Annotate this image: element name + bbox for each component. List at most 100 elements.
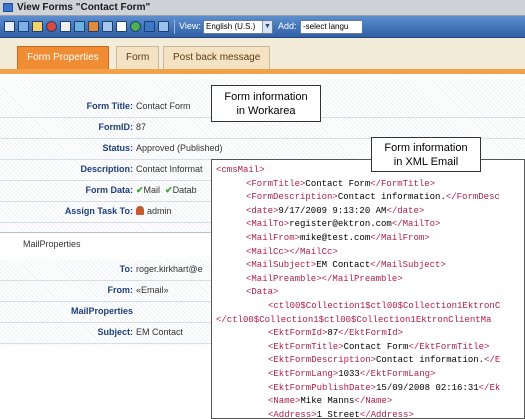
xml-line: </ctl00$Collection1$ctl00$Collection1Ekt…	[216, 315, 491, 325]
xml-close-tag: </FormDesc	[445, 192, 500, 203]
window-icon	[3, 3, 13, 12]
xml-line: <FormDescription>Contact information.</F…	[246, 192, 500, 202]
xml-open-tag: <EktFormLang>	[268, 369, 339, 379]
xml-text: Contact information.	[376, 355, 485, 366]
callout-line: Form information	[384, 142, 468, 154]
xml-close-tag: </MailPreamble>	[321, 273, 403, 284]
tab-label: Form Properties	[27, 52, 99, 63]
xml-text: 1 Street	[316, 409, 360, 419]
xml-close-tag: </date>	[386, 205, 425, 216]
view-label: View:	[179, 21, 201, 31]
xml-line: <Data>	[246, 287, 278, 297]
tab-form[interactable]: Form	[116, 46, 160, 69]
xml-open-tag: <MailSubject>	[246, 260, 317, 271]
mail-to-value: roger.kirkhart@e	[136, 264, 203, 274]
xml-open-tag: <ctl00$Collection1$ctl00$Collection1Ektr…	[268, 301, 501, 311]
xml-line: <EktFormPublishDate>15/09/2008 02:16:31<…	[268, 383, 500, 393]
xml-close-tag: </EktFormLang>	[359, 369, 436, 379]
view-icon[interactable]	[60, 21, 71, 32]
window-titlebar: View Forms "Contact Form"	[0, 0, 525, 16]
form-data-value: ✔Mail ✔Datab	[136, 185, 197, 196]
workarea-callout: Form information in Workarea	[211, 85, 321, 122]
xml-line: <EktFormId>87</EktFormId>	[268, 328, 403, 338]
add-language-select-value: -select langu	[303, 22, 349, 31]
xml-callout: Form information in XML Email	[371, 137, 481, 172]
xml-open-tag: <EktFormDescription>	[268, 355, 377, 366]
tab-label: Form	[126, 52, 150, 63]
xml-text: mike@test.com	[300, 233, 371, 243]
tab-label: Post back message	[173, 52, 261, 63]
xml-open-tag: <FormTitle>	[246, 178, 306, 189]
refresh-icon[interactable]	[158, 21, 169, 32]
xml-text: 1033	[338, 369, 360, 379]
xml-close-tag: </MailTo>	[391, 219, 441, 230]
copy-icon[interactable]	[102, 21, 113, 32]
xml-close-tag: </Name>	[354, 396, 393, 407]
xml-open-tag: <Data>	[246, 287, 279, 298]
xml-open-tag: <cmsMail>	[216, 165, 265, 175]
xml-text: register@ektron.com	[289, 219, 392, 230]
xml-open-tag: </ctl00$Collection1$ctl00$Collection1Ekt…	[216, 314, 492, 325]
chart-icon[interactable]	[88, 21, 99, 32]
xml-open-tag: <FormDescription>	[246, 192, 338, 203]
toolbar: View: English (U.S.) ▼ Add: -select lang…	[0, 16, 525, 38]
xml-close-tag: </MailCc>	[289, 246, 338, 257]
xml-line: <MailFrom>mike@test.com</MailFrom>	[246, 233, 430, 243]
xml-line: <MailCc></MailCc>	[246, 247, 338, 257]
xml-open-tag: <Address>	[268, 409, 317, 419]
mail-properties-label: MailProperties	[70, 306, 133, 316]
back-icon[interactable]	[130, 21, 141, 32]
callout-line: in XML Email	[393, 156, 459, 168]
mail-option: Mail	[143, 185, 161, 195]
status-label: Status:	[102, 143, 133, 153]
xml-text: 87	[327, 328, 339, 339]
callout-line: in Workarea	[236, 105, 296, 117]
xml-open-tag: <date>	[246, 205, 279, 216]
language-select[interactable]: English (U.S.) ▼	[203, 20, 273, 34]
tab-form-properties[interactable]: Form Properties	[17, 46, 109, 69]
form-data-label: Form Data:	[85, 185, 133, 195]
section-title: MailProperties	[23, 239, 81, 249]
xml-line: <EktFormTitle>Contact Form</EktFormTitle…	[268, 342, 489, 352]
xml-close-tag: </FormTitle>	[370, 178, 436, 189]
xml-close-tag: </EktFormTitle>	[408, 341, 490, 352]
tab-post-back-message[interactable]: Post back message	[163, 46, 271, 69]
mail-to-label: To:	[119, 264, 133, 274]
xml-open-tag: <MailCc>	[246, 246, 290, 257]
help-icon[interactable]	[144, 21, 155, 32]
toolbar-separator	[174, 20, 175, 34]
user-icon	[136, 206, 144, 215]
xml-line: <Name>Mike Manns</Name>	[268, 396, 392, 406]
xml-text: Mike Manns	[300, 396, 355, 407]
xml-line: <MailSubject>EM Contact</MailSubject>	[246, 260, 446, 270]
form-icon[interactable]	[32, 21, 43, 32]
xml-line: <MailTo>register@ektron.com</MailTo>	[246, 219, 440, 229]
xml-line: <FormTitle>Contact Form</FormTitle>	[246, 179, 435, 189]
report-icon[interactable]	[74, 21, 85, 32]
xml-open-tag: <MailTo>	[246, 219, 290, 230]
xml-close-tag: </Ek	[478, 382, 501, 393]
xml-close-tag: </E	[484, 355, 501, 366]
assignee-name: admin	[147, 206, 172, 216]
assign-task-label: Assign Task To:	[64, 206, 133, 216]
form-title-label: Form Title:	[86, 101, 133, 111]
xml-email-window: <cmsMail> <FormTitle>Contact Form</FormTi…	[211, 159, 525, 419]
properties-icon[interactable]	[4, 21, 15, 32]
delete-icon[interactable]	[46, 21, 57, 32]
export-icon[interactable]	[116, 21, 127, 32]
edit-icon[interactable]	[18, 21, 29, 32]
xml-line: <date>9/17/2009 9:13:20 AM</date>	[246, 206, 424, 216]
checkmark-icon: ✔	[165, 185, 173, 195]
xml-text: 9/17/2009 9:13:20 AM	[278, 205, 387, 216]
mail-from-value: «Email»	[136, 285, 169, 295]
mail-from-label: From:	[107, 285, 134, 295]
window-title: View Forms "Contact Form"	[17, 2, 151, 13]
add-language-select[interactable]: -select langu	[300, 20, 362, 34]
assign-task-value: admin	[136, 206, 172, 216]
xml-text: Contact information.	[337, 192, 446, 203]
xml-text: 15/09/2008 02:16:31	[376, 382, 479, 393]
xml-text: EM Contact	[316, 260, 371, 271]
xml-line: <cmsMail>	[216, 165, 265, 175]
language-select-value: English (U.S.)	[206, 22, 256, 31]
database-option: Datab	[172, 185, 197, 195]
